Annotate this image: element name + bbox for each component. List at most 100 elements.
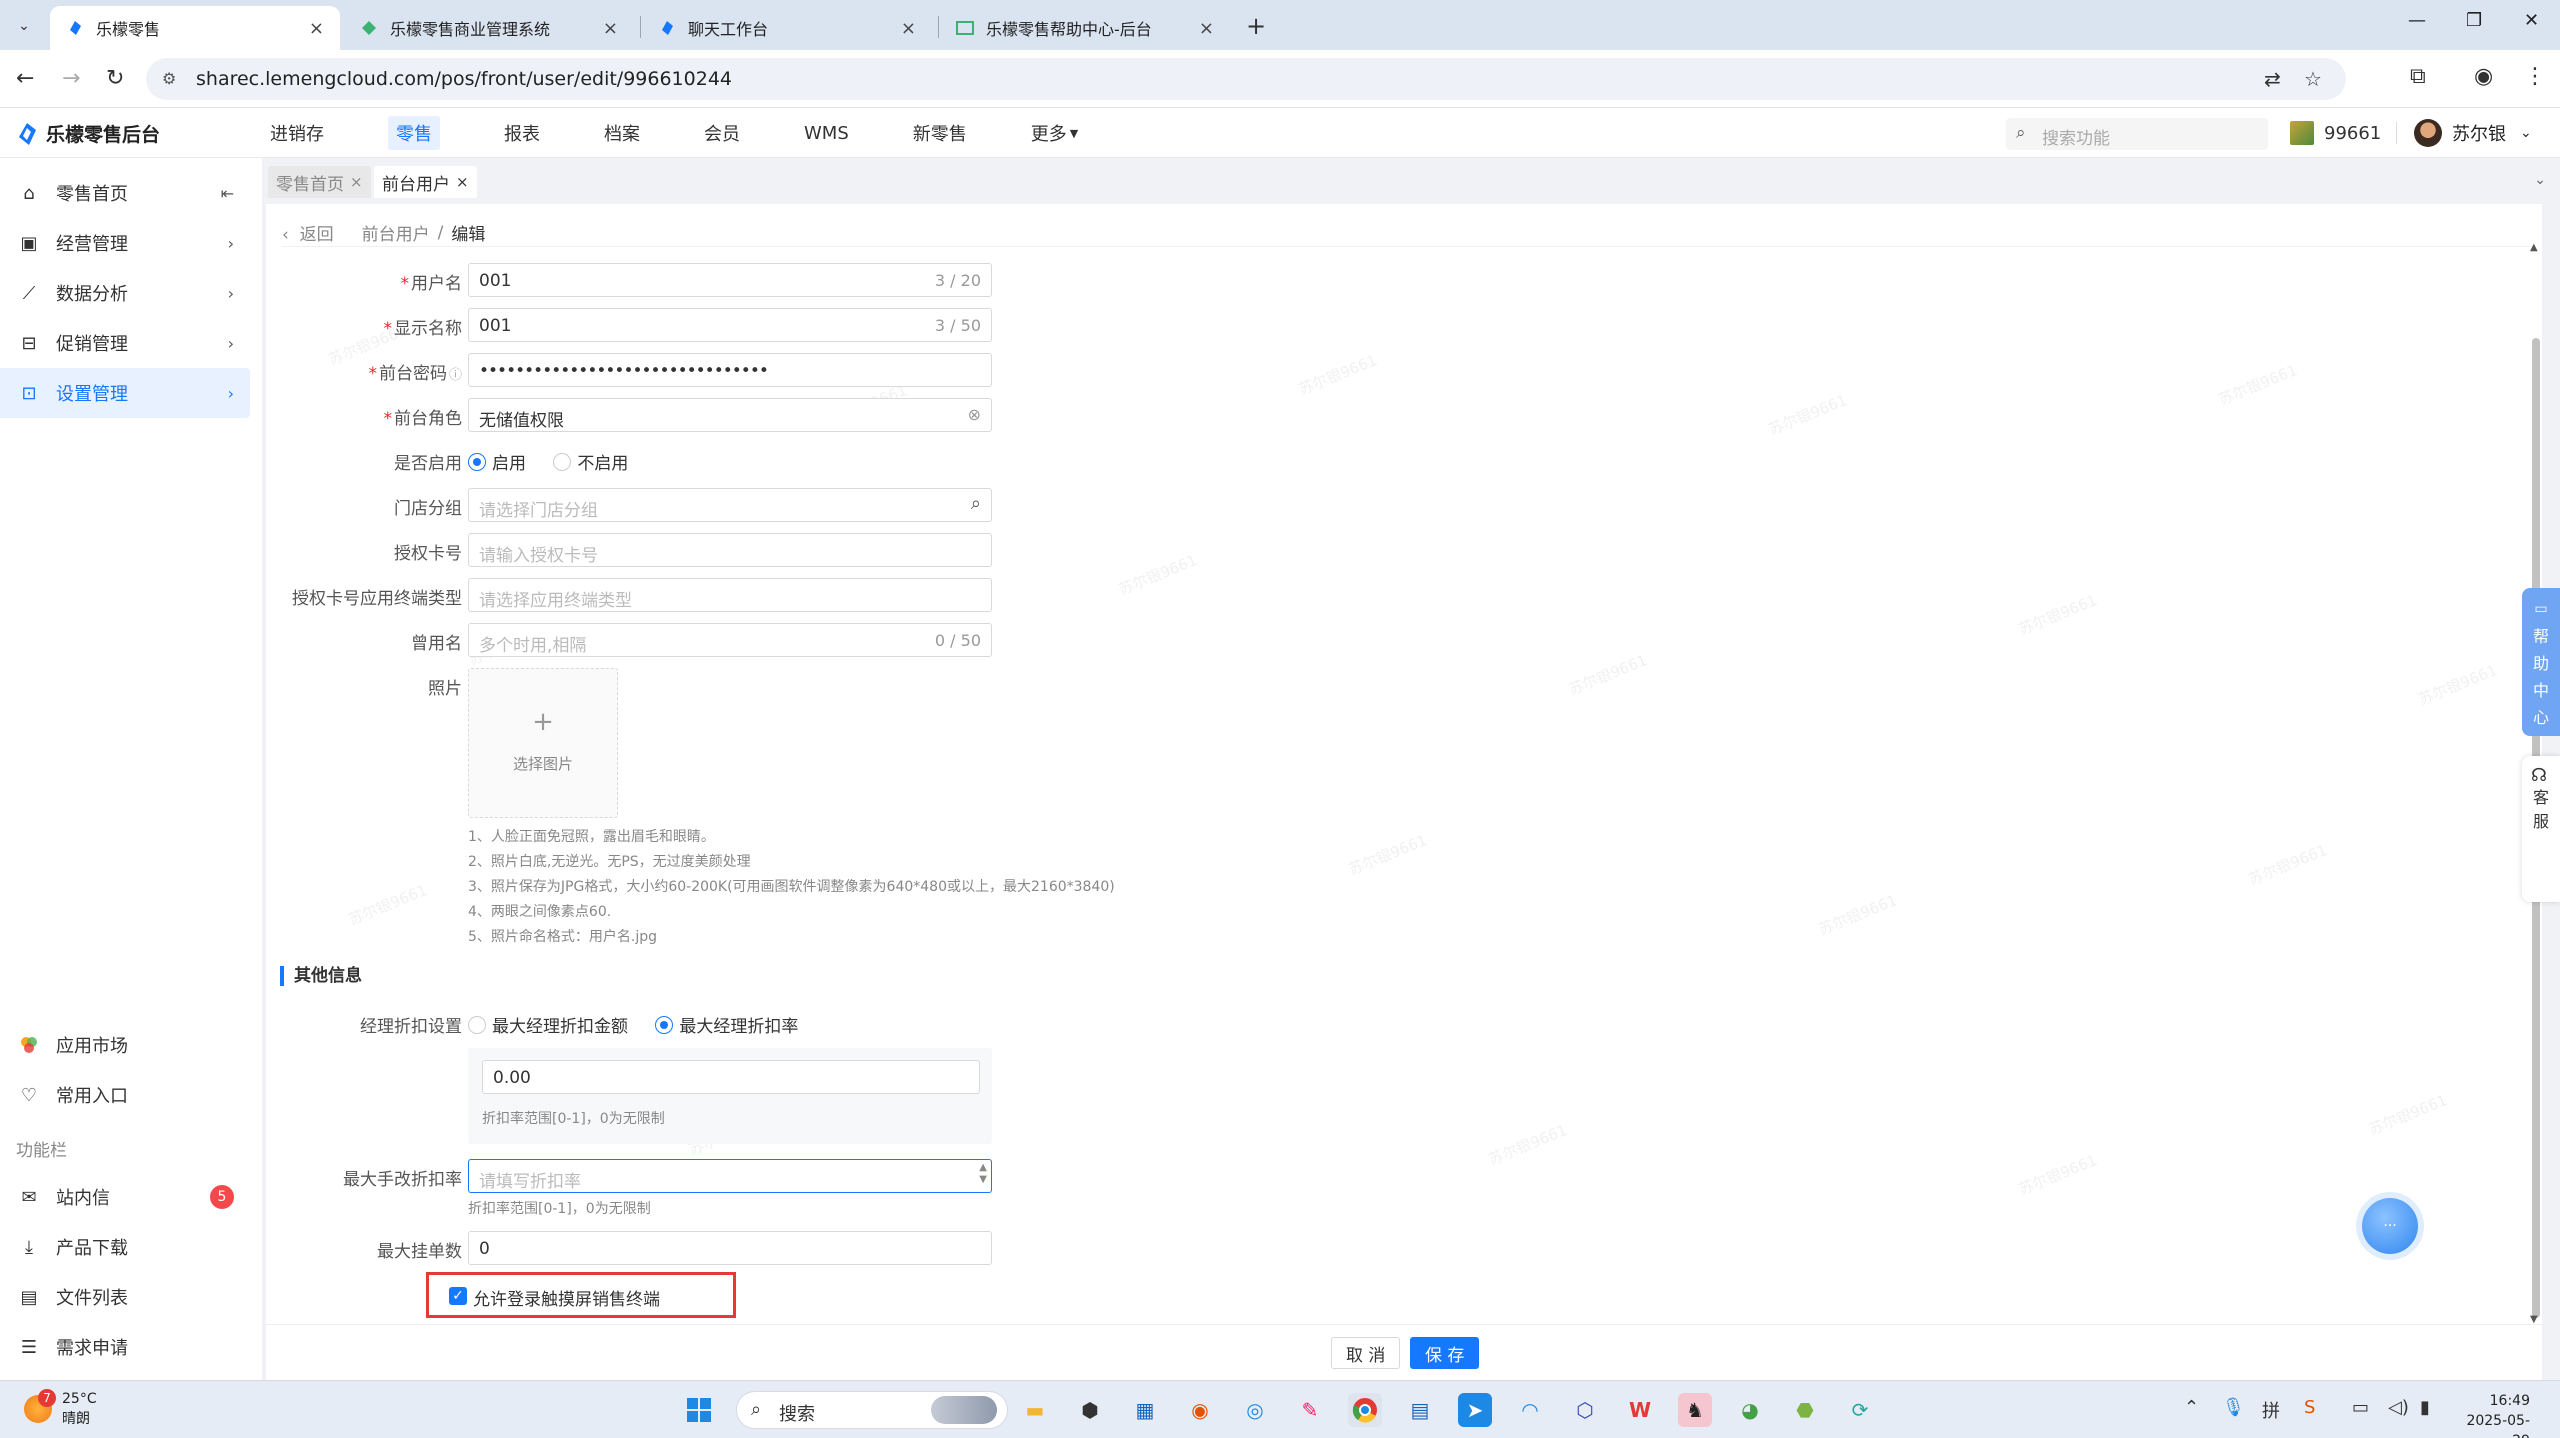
- close-icon[interactable]: ×: [901, 18, 916, 39]
- sidebar-item-favorites[interactable]: ♡ 常用入口: [0, 1070, 250, 1120]
- nav-more[interactable]: 更多 ▼: [1021, 108, 1088, 158]
- password-input[interactable]: ••••••••••••••••••••••••••••••••: [468, 353, 992, 387]
- max-hold-orders-input[interactable]: 0: [468, 1231, 992, 1265]
- design-app-icon[interactable]: ✎: [1293, 1393, 1327, 1427]
- username-input[interactable]: 001 3 / 20: [468, 263, 992, 297]
- info-icon[interactable]: ⓘ: [449, 368, 462, 383]
- translate-icon[interactable]: ⇄: [2264, 67, 2281, 91]
- cube-app-icon[interactable]: ⬢: [1073, 1393, 1107, 1427]
- save-button[interactable]: 保 存: [1410, 1337, 1480, 1369]
- input-method-icon[interactable]: 拼: [2262, 1397, 2280, 1423]
- scroll-up-icon[interactable]: ▲: [2530, 242, 2538, 253]
- feishu-icon[interactable]: ➤: [1458, 1393, 1492, 1427]
- forward-arrow-icon[interactable]: →: [62, 66, 80, 91]
- sidebar-item-operations[interactable]: ▣ 经营管理 ›: [0, 218, 250, 268]
- browser-tab-2[interactable]: 乐檬零售商业管理系统 ×: [344, 6, 634, 50]
- file-explorer-icon[interactable]: ▬: [1018, 1393, 1052, 1427]
- volume-icon[interactable]: ◁): [2388, 1397, 2409, 1418]
- browser-tab-1[interactable]: 乐檬零售 ×: [50, 6, 340, 50]
- back-arrow-icon[interactable]: ←: [16, 66, 34, 91]
- close-icon[interactable]: ×: [1199, 18, 1214, 39]
- nav-jinxiaocun[interactable]: 进销存: [260, 108, 334, 158]
- radio-max-discount-rate[interactable]: 最大经理折扣率: [655, 1012, 798, 1037]
- wifi-app-icon[interactable]: ◠: [1513, 1393, 1547, 1427]
- tab-search-button[interactable]: ⌄: [10, 12, 38, 40]
- check-icon[interactable]: ✓: [449, 1287, 467, 1305]
- url-omnibox[interactable]: ⚙ sharec.lemengcloud.com/pos/front/user/…: [146, 58, 2346, 100]
- sogou-icon[interactable]: S: [2304, 1397, 2315, 1418]
- search-app-icon[interactable]: ◎: [1238, 1393, 1272, 1427]
- bookmark-star-icon[interactable]: ☆: [2304, 67, 2322, 91]
- wps-icon[interactable]: W: [1623, 1393, 1657, 1427]
- page-tab-front-user[interactable]: 前台用户 ×: [374, 166, 477, 198]
- sidebar-item-retail-home[interactable]: ⌂ 零售首页 ⇤: [0, 168, 250, 218]
- qq-icon[interactable]: ♞: [1678, 1393, 1712, 1427]
- sidebar-item-settings[interactable]: ⊡ 设置管理 ›: [0, 368, 250, 418]
- page-tab-retail-home[interactable]: 零售首页 ×: [268, 166, 371, 198]
- restore-icon[interactable]: ❐: [2466, 10, 2482, 31]
- system-clock[interactable]: 16:49 2025-05-29: [2458, 1391, 2530, 1438]
- auth-card-terminal-select[interactable]: 请选择应用终端类型: [468, 578, 992, 612]
- microphone-icon[interactable]: 🎙︎: [2222, 1397, 2245, 1418]
- radio-enabled[interactable]: 启用: [468, 449, 526, 474]
- site-info-icon[interactable]: ⚙: [162, 69, 176, 88]
- sidebar-item-files[interactable]: ▤ 文件列表: [0, 1272, 250, 1322]
- profile-icon[interactable]: ◉: [2474, 64, 2493, 89]
- sidebar-item-promotions[interactable]: ⊟ 促销管理 ›: [0, 318, 250, 368]
- tray-expand-icon[interactable]: ⌃: [2184, 1397, 2199, 1418]
- calculator-icon[interactable]: ▦: [1128, 1393, 1162, 1427]
- search-icon[interactable]: ⌕: [971, 493, 981, 514]
- function-search-input[interactable]: ⌕ 搜索功能: [2006, 118, 2268, 150]
- user-menu[interactable]: 苏尔银 ⌄: [2414, 119, 2532, 147]
- browser-tab-3[interactable]: 聊天工作台 ×: [642, 6, 932, 50]
- browser-menu-icon[interactable]: ⋮: [2524, 64, 2546, 89]
- nav-archive[interactable]: 档案: [594, 108, 650, 158]
- extensions-icon[interactable]: ⧉: [2410, 64, 2426, 89]
- sidebar-item-analytics[interactable]: ⟋ 数据分析 ›: [0, 268, 250, 318]
- max-manual-rate-input[interactable]: 请填写折扣率 ▲ ▼: [468, 1159, 992, 1193]
- collapse-sidebar-icon[interactable]: ⇤: [221, 184, 234, 203]
- nav-reports[interactable]: 报表: [494, 108, 550, 158]
- green-app-icon[interactable]: ⬣: [1788, 1393, 1822, 1427]
- chevron-down-icon[interactable]: ⌄: [2534, 172, 2546, 188]
- reload-icon[interactable]: ↻: [106, 66, 124, 91]
- close-icon[interactable]: ×: [350, 173, 363, 191]
- close-icon[interactable]: ×: [603, 18, 618, 39]
- sidebar-item-downloads[interactable]: ⤓ 产品下载: [0, 1222, 250, 1272]
- close-icon[interactable]: ×: [456, 173, 469, 191]
- sidebar-item-messages[interactable]: ✉ 站内信 5: [0, 1172, 250, 1222]
- clear-icon[interactable]: ⊗: [968, 405, 981, 424]
- battery-icon[interactable]: ▮: [2420, 1397, 2430, 1418]
- wechat-icon[interactable]: ◕: [1733, 1393, 1767, 1427]
- firefox-icon[interactable]: ◉: [1183, 1393, 1217, 1427]
- nav-member[interactable]: 会员: [694, 108, 750, 158]
- chrome-icon[interactable]: [1348, 1393, 1382, 1427]
- windows-start-icon[interactable]: [682, 1393, 716, 1427]
- sync-app-icon[interactable]: ⟳: [1843, 1393, 1877, 1427]
- weather-widget[interactable]: 7 25°C 晴朗: [24, 1389, 97, 1429]
- taskbar-search[interactable]: ⌕ 搜索: [736, 1391, 1008, 1429]
- radio-max-discount-amount[interactable]: 最大经理折扣金额: [468, 1012, 628, 1037]
- new-tab-button[interactable]: +: [1246, 12, 1266, 40]
- brand[interactable]: 乐檬零售后台: [16, 120, 160, 147]
- auth-card-input[interactable]: 请输入授权卡号: [468, 533, 992, 567]
- allow-touch-terminal-checkbox[interactable]: ✓ 允许登录触摸屏销售终端: [426, 1272, 736, 1318]
- shield-app-icon[interactable]: ⬡: [1568, 1393, 1602, 1427]
- display-name-input[interactable]: 001 3 / 50: [468, 308, 992, 342]
- customer-service-button[interactable]: ☊ 客 服: [2522, 756, 2560, 902]
- back-link[interactable]: ‹ 返回: [282, 220, 334, 245]
- alias-input[interactable]: 多个时用,相隔 0 / 50: [468, 623, 992, 657]
- sidebar-item-requests[interactable]: ☰ 需求申请: [0, 1322, 250, 1372]
- notepad-icon[interactable]: ▤: [1403, 1393, 1437, 1427]
- network-icon[interactable]: ▭: [2352, 1397, 2369, 1418]
- nav-retail[interactable]: 零售: [378, 108, 450, 158]
- browser-tab-4[interactable]: 乐檬零售帮助中心-后台 ×: [940, 6, 1230, 50]
- minimize-icon[interactable]: —: [2408, 10, 2426, 31]
- url-text[interactable]: sharec.lemengcloud.com/pos/front/user/ed…: [196, 68, 732, 90]
- floating-assistant-ball[interactable]: ···: [2362, 1198, 2418, 1254]
- photo-upload[interactable]: + 选择图片: [468, 668, 618, 818]
- close-window-icon[interactable]: ✕: [2524, 10, 2539, 31]
- close-icon[interactable]: ×: [309, 18, 324, 39]
- radio-disabled[interactable]: 不启用: [553, 449, 628, 474]
- nav-new-retail[interactable]: 新零售: [903, 108, 977, 158]
